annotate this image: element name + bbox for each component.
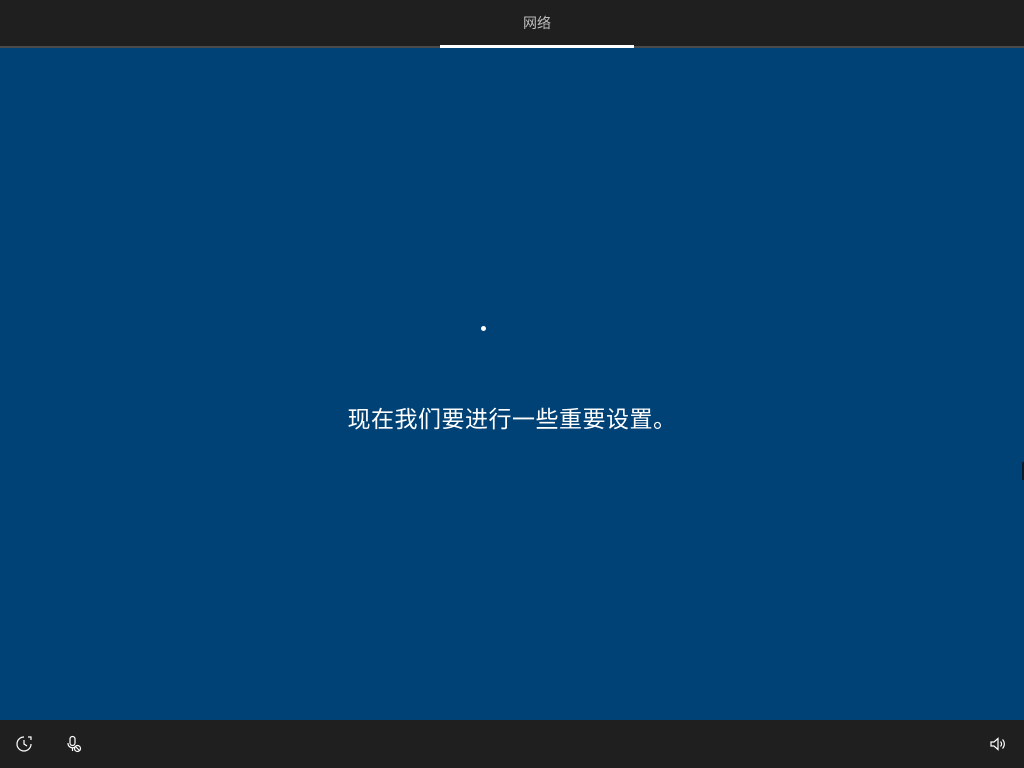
bottom-bar xyxy=(0,720,1024,768)
volume-icon xyxy=(989,735,1007,753)
setup-status-message: 现在我们要进行一些重要设置。 xyxy=(347,407,677,433)
loading-spinner-icon xyxy=(481,326,486,331)
volume-button[interactable] xyxy=(984,730,1012,758)
tab-network[interactable]: 网络 xyxy=(440,0,634,46)
ease-of-access-button[interactable] xyxy=(10,730,38,758)
microphone-button[interactable] xyxy=(59,730,87,758)
ease-of-access-icon xyxy=(15,735,33,753)
microphone-off-icon xyxy=(64,735,82,753)
top-bar: 网络 xyxy=(0,0,1024,48)
setup-main-area: 现在我们要进行一些重要设置。 xyxy=(0,48,1024,720)
